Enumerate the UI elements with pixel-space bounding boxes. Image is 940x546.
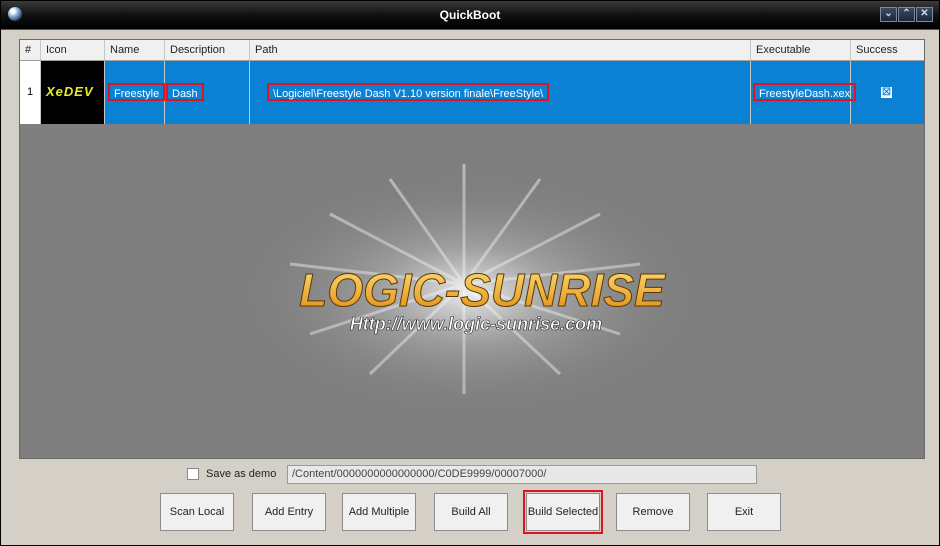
entries-grid[interactable]: # Icon Name Description Path Executable … — [19, 39, 925, 459]
close-icon[interactable]: ✕ — [916, 7, 933, 22]
add-entry-button[interactable]: Add Entry — [252, 493, 326, 531]
add-multiple-button[interactable]: Add Multiple — [342, 493, 416, 531]
row-icon-cell: XeDEV — [41, 61, 105, 124]
save-as-demo-checkbox[interactable] — [187, 468, 199, 480]
col-header-success[interactable]: Success — [851, 40, 924, 60]
scan-local-button[interactable]: Scan Local — [160, 493, 234, 531]
window-title: QuickBoot — [439, 8, 501, 22]
success-checkbox-icon[interactable]: ☒ — [881, 87, 892, 98]
row-path: \Logiciel\Freestyle Dash V1.10 version f… — [267, 83, 550, 101]
row-name-cell[interactable]: Freestyle — [105, 61, 166, 124]
remove-button[interactable]: Remove — [616, 493, 690, 531]
col-header-description[interactable]: Description — [165, 40, 250, 60]
row-description: Dash — [166, 83, 204, 101]
save-as-demo-label: Save as demo — [206, 468, 277, 480]
row-success-cell[interactable]: ☒ — [851, 61, 924, 124]
xedev-logo-icon: XeDEV — [46, 84, 94, 99]
col-header-number[interactable]: # — [20, 40, 41, 60]
row-number-cell: 1 — [20, 61, 41, 124]
exit-button[interactable]: Exit — [707, 493, 781, 531]
watermark-brand: LOGIC-SUNRISE — [299, 264, 666, 316]
sunburst-logo-icon: LOGIC-SUNRISE Http://www.logic-sunrise.c… — [240, 164, 700, 414]
table-row[interactable]: 1 XeDEV Freestyle Dash \Logiciel\Freesty… — [20, 61, 924, 124]
chevron-down-icon[interactable]: ⌄ — [880, 7, 897, 22]
col-header-executable[interactable]: Executable — [751, 40, 851, 60]
row-path-cell[interactable]: \Logiciel\Freestyle Dash V1.10 version f… — [250, 61, 751, 124]
bottom-panel: Save as demo /Content/0000000000000000/C… — [1, 459, 939, 545]
build-all-button[interactable]: Build All — [434, 493, 508, 531]
demo-path-field[interactable]: /Content/0000000000000000/C0DE9999/00007… — [287, 465, 757, 484]
window-controls: ⌄ ⌃ ✕ — [880, 7, 933, 22]
col-header-icon[interactable]: Icon — [41, 40, 105, 60]
logic-sunrise-watermark: LOGIC-SUNRISE Http://www.logic-sunrise.c… — [20, 124, 924, 458]
row-description-cell[interactable]: Dash — [165, 61, 250, 124]
watermark-url: Http://www.logic-sunrise.com — [350, 314, 602, 334]
quickboot-window: QuickBoot ⌄ ⌃ ✕ # Icon Name Description … — [0, 0, 940, 546]
row-executable-cell[interactable]: FreestyleDash.xex — [751, 61, 857, 124]
row-name: Freestyle — [108, 83, 166, 101]
row-number: 1 — [27, 86, 34, 98]
build-selected-button[interactable]: Build Selected — [526, 493, 600, 531]
col-header-name[interactable]: Name — [105, 40, 165, 60]
row-executable: FreestyleDash.xex — [753, 83, 857, 101]
grid-header: # Icon Name Description Path Executable … — [20, 40, 924, 61]
col-header-path[interactable]: Path — [250, 40, 751, 60]
chevron-up-icon[interactable]: ⌃ — [898, 7, 915, 22]
title-bar[interactable]: QuickBoot ⌄ ⌃ ✕ — [1, 1, 939, 30]
